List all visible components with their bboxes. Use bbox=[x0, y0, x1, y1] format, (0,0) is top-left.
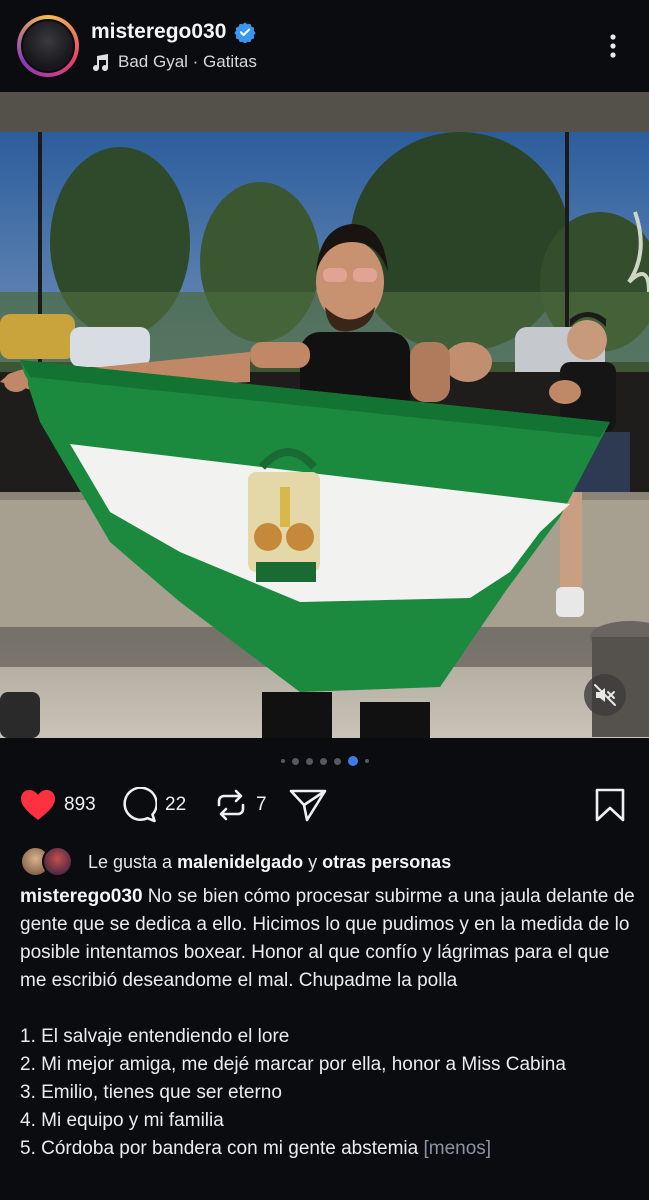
save-button[interactable] bbox=[594, 780, 626, 830]
show-less-link[interactable]: [menos] bbox=[423, 1138, 491, 1159]
repost-count: 7 bbox=[256, 794, 267, 815]
caption-list: 1. El salvaje entendiendo el lore 2. Mi … bbox=[20, 1023, 635, 1163]
send-paper-plane-icon bbox=[289, 789, 327, 822]
liked-by-user[interactable]: malenidelgado bbox=[177, 852, 303, 872]
caption-list-item: 1. El salvaje entendiendo el lore bbox=[20, 1026, 290, 1047]
caption-list-item: 2. Mi mejor amiga, me dejé marcar por el… bbox=[20, 1054, 566, 1075]
repost-icon bbox=[217, 789, 245, 821]
comment-bubble-icon bbox=[123, 787, 157, 823]
carousel-dot-active bbox=[347, 756, 358, 766]
liked-by-others[interactable]: otras personas bbox=[322, 852, 451, 872]
carousel-indicator bbox=[0, 755, 649, 767]
carousel-dot bbox=[364, 759, 369, 763]
caption-body: misterego030 No se bien cómo procesar su… bbox=[20, 883, 635, 995]
caption-list-item-text: 5. Córdoba por bandera con mi gente abst… bbox=[20, 1138, 419, 1159]
carousel-dot bbox=[333, 757, 341, 765]
bookmark-icon bbox=[595, 788, 625, 822]
caption-list-item: 3. Emilio, tienes que ser eterno bbox=[20, 1082, 282, 1103]
repost-button[interactable]: 7 bbox=[214, 780, 267, 830]
comment-button[interactable]: 22 bbox=[121, 780, 186, 830]
liked-by-prefix: Le gusta a bbox=[88, 851, 173, 872]
liker-avatars bbox=[20, 846, 76, 878]
mute-button[interactable] bbox=[584, 674, 626, 716]
liked-by-text: Le gusta a malenidelgado y otras persona… bbox=[88, 852, 451, 873]
post-header: misterego030 Bad Gyal · Gatitas bbox=[0, 0, 649, 92]
username[interactable]: misterego030 bbox=[91, 20, 226, 44]
like-count: 893 bbox=[64, 794, 96, 815]
caption-list-item: 4. Mi equipo y mi familia bbox=[20, 1110, 224, 1131]
like-button[interactable]: 893 bbox=[20, 780, 96, 830]
carousel-dot bbox=[319, 757, 327, 765]
username-row: misterego030 bbox=[91, 20, 257, 44]
music-note-icon bbox=[93, 54, 109, 71]
liked-by-row[interactable]: Le gusta a malenidelgado y otras persona… bbox=[20, 846, 451, 878]
share-button[interactable] bbox=[288, 780, 328, 830]
caption-list-item-last: 5. Córdoba por bandera con mi gente abst… bbox=[20, 1135, 635, 1163]
liker-avatar bbox=[42, 846, 73, 877]
comment-count: 22 bbox=[165, 794, 187, 815]
profile-avatar[interactable] bbox=[17, 15, 79, 77]
action-bar: 893 22 7 bbox=[0, 780, 649, 830]
post-caption: misterego030 No se bien cómo procesar su… bbox=[20, 883, 635, 1163]
avatar-image bbox=[21, 19, 75, 73]
caption-username[interactable]: misterego030 bbox=[20, 886, 143, 907]
speaker-muted-icon bbox=[594, 684, 616, 706]
music-label: Bad Gyal · Gatitas bbox=[118, 52, 257, 71]
carousel-dot bbox=[305, 757, 313, 765]
music-info[interactable]: Bad Gyal · Gatitas bbox=[91, 52, 257, 72]
more-options-icon[interactable] bbox=[603, 32, 623, 62]
post-photo bbox=[0, 92, 649, 738]
heart-filled-icon bbox=[21, 790, 55, 820]
carousel-dot bbox=[280, 759, 285, 763]
carousel-dot bbox=[291, 757, 299, 765]
post-media[interactable] bbox=[0, 92, 649, 738]
liked-by-connector: y bbox=[308, 851, 318, 872]
verified-badge-icon bbox=[234, 22, 257, 43]
